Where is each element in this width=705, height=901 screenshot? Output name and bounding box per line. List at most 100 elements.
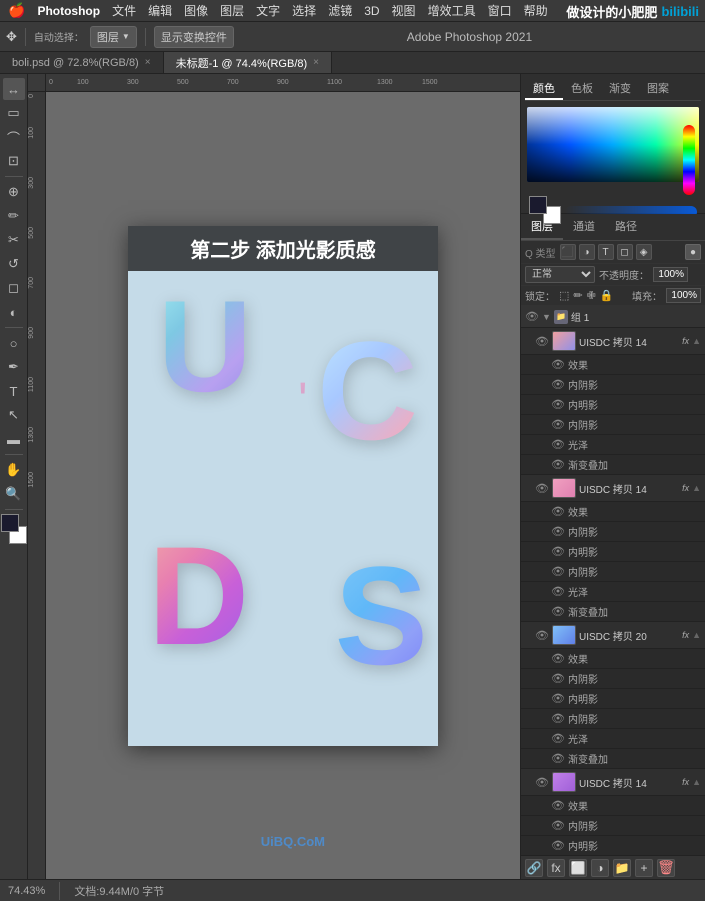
lock-position-icon[interactable]: ✙ (587, 289, 596, 302)
fg-bg-swatch[interactable] (1, 514, 27, 544)
tab-untitled-close[interactable]: × (313, 57, 319, 68)
layer1-eff-vis[interactable]: 👁 (551, 358, 565, 372)
tab-untitled[interactable]: 未标题-1 @ 74.4%(RGB/8) × (164, 52, 332, 73)
tab-paths[interactable]: 路径 (605, 214, 647, 240)
layer2-is1-vis[interactable]: 👁 (551, 525, 565, 539)
layer2-satin-vis[interactable]: 👁 (551, 585, 565, 599)
layer3-visibility[interactable]: 👁 (535, 628, 549, 642)
layer4-is1-vis[interactable]: 👁 (551, 819, 565, 833)
lock-all-icon[interactable]: 🔒 (600, 289, 614, 302)
tab-channels[interactable]: 通道 (563, 214, 605, 240)
clone-stamp-tool[interactable]: ✂ (3, 229, 25, 251)
layer1-go-vis[interactable]: 👁 (551, 458, 565, 472)
layer2-fx[interactable]: fx (682, 483, 689, 493)
pen-tool[interactable]: ✒ (3, 356, 25, 378)
menu-help[interactable]: 帮助 (524, 2, 548, 19)
layer-select-btn[interactable]: 图层 ▼ (90, 26, 137, 48)
path-selection-tool[interactable]: ↖ (3, 404, 25, 426)
shape-tool[interactable]: ▬ (3, 428, 25, 450)
layer2-go-vis[interactable]: 👁 (551, 605, 565, 619)
menu-layer[interactable]: 图层 (220, 2, 244, 19)
layer1-fx[interactable]: fx (682, 336, 689, 346)
dodge-tool[interactable]: ○ (3, 332, 25, 354)
lock-image-icon[interactable]: ✏ (573, 289, 582, 302)
move-tool[interactable]: ↔ (3, 78, 25, 100)
filter-shape-btn[interactable]: ◻ (617, 244, 633, 260)
layer3-is2-vis[interactable]: 👁 (551, 712, 565, 726)
layer3-go-vis[interactable]: 👁 (551, 752, 565, 766)
layer1-is1-vis[interactable]: 👁 (551, 378, 565, 392)
menu-file[interactable]: 文件 (112, 2, 136, 19)
layer2-is2-vis[interactable]: 👁 (551, 565, 565, 579)
layer3-fx[interactable]: fx (682, 630, 689, 640)
layer3-eff-vis[interactable]: 👁 (551, 652, 565, 666)
saturation-strip[interactable] (683, 125, 695, 195)
fill-input[interactable] (666, 288, 701, 303)
history-brush-tool[interactable]: ↺ (3, 253, 25, 275)
move-tool-icon[interactable]: ✥ (6, 29, 17, 45)
type-tool[interactable]: T (3, 380, 25, 402)
layer4-ig-vis[interactable]: 👁 (551, 839, 565, 853)
layer2-ig-vis[interactable]: 👁 (551, 545, 565, 559)
menu-view[interactable]: 视图 (392, 2, 416, 19)
layer1-visibility[interactable]: 👁 (535, 334, 549, 348)
layer2-eff-vis[interactable]: 👁 (551, 505, 565, 519)
filter-pixel-btn[interactable]: ⬛ (560, 244, 576, 260)
menu-3d[interactable]: 3D (364, 4, 379, 18)
fg-bg-colors[interactable] (529, 196, 561, 224)
tab-color[interactable]: 颜色 (525, 78, 563, 100)
fg-swatch-panel[interactable] (529, 196, 547, 214)
menu-edit[interactable]: 编辑 (148, 2, 172, 19)
layer4-visibility[interactable]: 👁 (535, 775, 549, 789)
layer-item-4[interactable]: 👁 UISDC 拷贝 14 fx ▲ (521, 769, 705, 796)
delete-layer-btn[interactable]: 🗑 (657, 859, 675, 877)
layer4-fx[interactable]: fx (682, 777, 689, 787)
layer-item-3[interactable]: 👁 UISDC 拷贝 20 fx ▲ (521, 622, 705, 649)
layer3-expand[interactable]: ▲ (692, 630, 701, 640)
zoom-tool[interactable]: 🔍 (3, 483, 25, 505)
tab-boli[interactable]: boli.psd @ 72.8%(RGB/8) × (0, 52, 164, 73)
gradient-tool[interactable]: ◐ (3, 301, 25, 323)
menu-window[interactable]: 窗口 (488, 2, 512, 19)
tab-swatches[interactable]: 色板 (563, 78, 601, 100)
brush-tool[interactable]: ✏ (3, 205, 25, 227)
menu-image[interactable]: 图像 (184, 2, 208, 19)
menu-select[interactable]: 选择 (292, 2, 316, 19)
new-layer-btn[interactable]: + (635, 859, 653, 877)
show-transform-btn[interactable]: 显示变换控件 (154, 26, 234, 48)
group-visibility-toggle[interactable]: 👁 (525, 310, 539, 324)
layer2-expand[interactable]: ▲ (692, 483, 701, 493)
lock-transparent-icon[interactable]: ⬚ (559, 289, 569, 302)
layer1-satin-vis[interactable]: 👁 (551, 438, 565, 452)
menu-text[interactable]: 文字 (256, 2, 280, 19)
hand-tool[interactable]: ✋ (3, 459, 25, 481)
filter-smart-btn[interactable]: ◈ (636, 244, 652, 260)
new-adj-layer-btn[interactable]: ◑ (591, 859, 609, 877)
layer1-is2-vis[interactable]: 👁 (551, 418, 565, 432)
apple-menu[interactable]: 🍎 (8, 2, 25, 19)
layer3-is1-vis[interactable]: 👁 (551, 672, 565, 686)
menu-filter[interactable]: 滤镜 (328, 2, 352, 19)
eraser-tool[interactable]: ◻ (3, 277, 25, 299)
filter-toggle-btn[interactable]: ● (685, 244, 701, 260)
opacity-input[interactable] (653, 267, 688, 282)
spot-heal-tool[interactable]: ⊕ (3, 181, 25, 203)
foreground-color-swatch[interactable] (1, 514, 19, 532)
tab-boli-close[interactable]: × (145, 57, 151, 68)
filter-type-btn[interactable]: T (598, 244, 614, 260)
layer3-ig-vis[interactable]: 👁 (551, 692, 565, 706)
layer3-satin-vis[interactable]: 👁 (551, 732, 565, 746)
new-group-btn[interactable]: 📁 (613, 859, 631, 877)
menu-plugin[interactable]: 增效工具 (428, 2, 476, 19)
crop-tool[interactable]: ⊡ (3, 150, 25, 172)
select-rect-tool[interactable]: ▭ (3, 102, 25, 124)
group-expand-icon[interactable]: ▼ (542, 312, 551, 322)
layer2-visibility[interactable]: 👁 (535, 481, 549, 495)
color-picker-gradient[interactable] (527, 107, 699, 182)
tab-pattern[interactable]: 图案 (639, 78, 677, 100)
layer1-expand[interactable]: ▲ (692, 336, 701, 346)
blend-mode-select[interactable]: 正常 (525, 266, 595, 283)
layer-group-header[interactable]: 👁 ▼ 📁 组 1 (521, 306, 705, 328)
layer4-expand[interactable]: ▲ (692, 777, 701, 787)
tab-gradient[interactable]: 渐变 (601, 78, 639, 100)
